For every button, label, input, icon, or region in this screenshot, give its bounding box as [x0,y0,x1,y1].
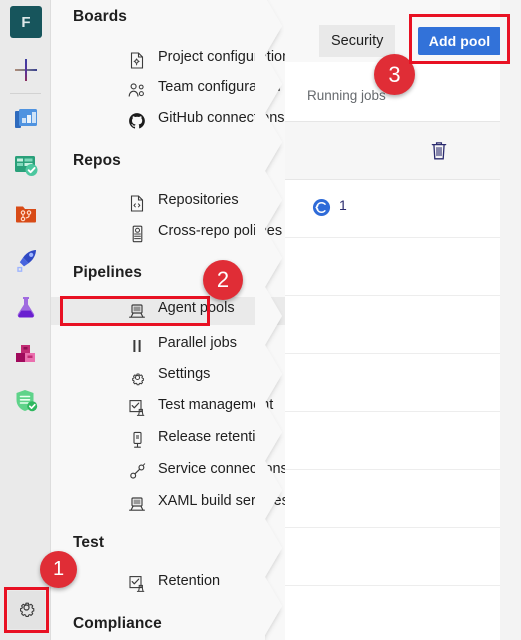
xaml-build-icon [128,495,146,513]
nav-group-boards: Boards [73,8,128,25]
callout-badge-1: 1 [40,551,77,588]
repos-icon [12,199,40,232]
boards-icon [12,151,40,184]
add-pool-highlight-box [409,14,510,64]
table-row[interactable] [285,586,521,640]
screenshot-root: F Boards Project configuration Team conf… [0,0,521,640]
rail-item-repos[interactable] [9,198,43,232]
nav-item-label: Settings [158,366,211,382]
nav-item-repositories[interactable]: Repositories [51,189,306,217]
service-connection-icon [128,463,146,481]
nav-group-compliance: Compliance [73,615,162,632]
nav-item-label: Team configuration [158,79,281,95]
rail-item-overview[interactable] [9,104,43,138]
tab-security-label: Security [331,33,384,49]
nav-item-github-connections[interactable]: GitHub connections [51,107,306,135]
callout-badge-3-number: 3 [388,61,401,87]
document-settings-icon [128,51,146,69]
nav-item-project-configuration[interactable]: Project configuration [51,46,306,74]
table-row[interactable] [285,470,521,528]
org-initial: F [10,6,42,38]
grid-toolbar-row [285,122,521,180]
agent-pools-highlight-box [60,296,210,326]
nav-item-label: Service connections* [158,461,294,477]
column-header-running-jobs: Running jobs [307,88,386,103]
github-icon [128,112,146,130]
security-shield-icon [12,387,40,420]
table-row[interactable] [285,354,521,412]
gear-highlight-box [4,587,49,633]
nav-item-label: GitHub connections [158,110,285,126]
test-management-icon [128,399,146,417]
rail-item-test-plans[interactable] [9,292,43,326]
release-retention-icon [128,431,146,449]
nav-group-repos: Repos [73,152,121,169]
rail-divider [10,93,41,94]
table-row[interactable] [285,238,521,296]
rail-item-pipelines[interactable] [9,245,43,279]
table-row[interactable] [285,412,521,470]
nav-item-label: XAML build services [158,493,289,509]
nav-group-test: Test [73,534,105,551]
nav-item-label: Parallel jobs [158,335,237,351]
new-item-button[interactable] [9,53,43,87]
pool-running-jobs-count: 1 [339,197,347,213]
test-plans-icon [12,293,40,326]
nav-item-label: Release retention [158,429,272,445]
nav-item-service-connections[interactable]: Service connections* [51,458,306,486]
product-rail: F [0,0,51,640]
rail-item-boards[interactable] [9,150,43,184]
nav-item-test-management[interactable]: Test management [51,394,306,422]
rail-item-security[interactable] [9,386,43,420]
nav-item-label: Retention [158,573,221,589]
nav-item-label: Test management [158,397,274,413]
nav-item-team-configuration[interactable]: Team configuration [51,76,306,104]
pipelines-icon [12,246,40,279]
nav-item-label: Repositories [158,192,239,208]
callout-badge-1-number: 1 [52,558,65,580]
nav-item-cross-repo-policies[interactable]: Cross-repo policies [51,220,306,248]
overview-icon [12,105,40,138]
nav-group-pipelines: Pipelines [73,264,142,281]
callout-badge-2-number: 2 [216,267,230,292]
test-retention-icon [128,575,146,593]
nav-item-label: Project configuration [158,49,291,65]
agent-pools-content: Security Add pool Running jobs 1 [285,0,521,640]
org-logo[interactable]: F [9,5,43,39]
table-row[interactable] [285,296,521,354]
plus-icon [15,59,37,81]
trash-icon[interactable] [429,140,449,161]
pool-status-icon [312,198,331,217]
artifacts-icon [12,340,40,373]
content-right-gutter [500,0,521,640]
team-icon [128,81,146,99]
tab-security[interactable]: Security [319,25,396,57]
nav-item-parallel-jobs[interactable]: Parallel jobs [51,332,306,360]
settings-gear-icon [128,368,146,386]
policy-icon [128,225,146,243]
nav-item-retention[interactable]: Retention [51,570,306,598]
nav-item-pipelines-settings[interactable]: Settings [51,363,306,391]
repository-icon [128,194,146,212]
callout-badge-2: 2 [203,260,243,300]
parallel-jobs-icon [128,337,146,355]
nav-item-release-retention[interactable]: Release retention [51,426,306,454]
rail-item-artifacts[interactable] [9,339,43,373]
table-row[interactable] [285,528,521,586]
nav-item-label: Cross-repo policies [158,223,283,239]
nav-item-xaml-build-services[interactable]: XAML build services [51,490,306,518]
